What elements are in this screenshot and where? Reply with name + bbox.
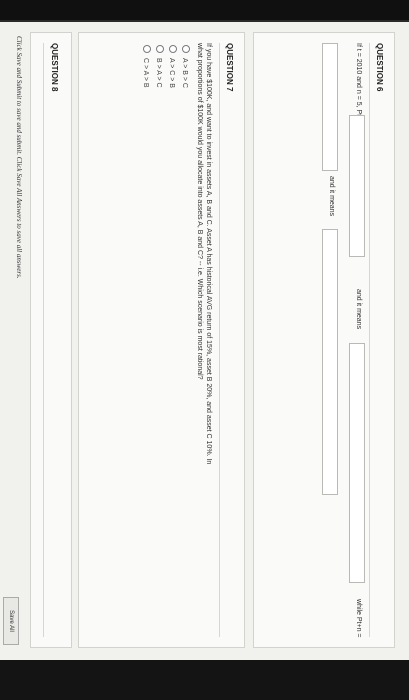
option-label: B > A > C <box>155 58 162 88</box>
question-7-title: QUESTION 7 <box>225 43 234 92</box>
option-a-c-b[interactable]: A > C > B <box>168 45 177 88</box>
option-c-a-b[interactable]: C > A > B <box>142 45 151 88</box>
option-a-b-c[interactable]: A > B > C <box>181 45 190 88</box>
radio-icon[interactable] <box>169 45 177 53</box>
radio-icon[interactable] <box>182 45 190 53</box>
quiz-page: QUESTION 6 If t = 2010 and n = 5, Pt = a… <box>0 22 409 662</box>
save-all-answers-button[interactable]: Save All <box>3 597 19 645</box>
bottom-dark-border <box>0 660 409 700</box>
and-it-means-label-2: and it means <box>328 176 335 217</box>
option-label: A > B > C <box>181 58 188 88</box>
question-6-card: QUESTION 6 If t = 2010 and n = 5, Pt = a… <box>253 32 395 648</box>
question-7-divider <box>219 43 220 637</box>
and-it-means-label-1: and it means <box>355 289 362 330</box>
save-instructions: Click Save and Submit to save and submit… <box>15 36 23 279</box>
question-6-title: QUESTION 6 <box>375 43 384 92</box>
top-dark-border <box>0 0 409 20</box>
option-label: C > A > B <box>142 58 149 88</box>
meaning-answer-field-1[interactable] <box>349 343 365 583</box>
while-pt-n-label: while Pt+n = <box>355 599 362 638</box>
question-7-card: QUESTION 7 If you have $100K, and want t… <box>78 32 245 648</box>
question-6-divider <box>369 43 370 637</box>
pt-answer-field[interactable] <box>349 115 365 257</box>
radio-icon[interactable] <box>143 45 151 53</box>
option-label: A > C > B <box>168 58 175 88</box>
question-8-divider <box>43 43 44 637</box>
question-7-text-line-2: what proportions of $100K would you allo… <box>196 43 203 380</box>
question-7-text-line-1: If you have $100K, and want to invest in… <box>205 43 212 465</box>
screenshot-stage: QUESTION 6 If t = 2010 and n = 5, Pt = a… <box>0 0 409 700</box>
meaning-answer-field-2[interactable] <box>322 229 338 495</box>
question-8-title: QUESTION 8 <box>50 43 59 92</box>
radio-icon[interactable] <box>156 45 164 53</box>
pt-n-answer-field[interactable] <box>322 43 338 171</box>
question-6-prompt: If t = 2010 and n = 5, Pt = <box>355 43 362 123</box>
question-8-card: QUESTION 8 <box>30 32 72 648</box>
option-b-a-c[interactable]: B > A > C <box>155 45 164 88</box>
